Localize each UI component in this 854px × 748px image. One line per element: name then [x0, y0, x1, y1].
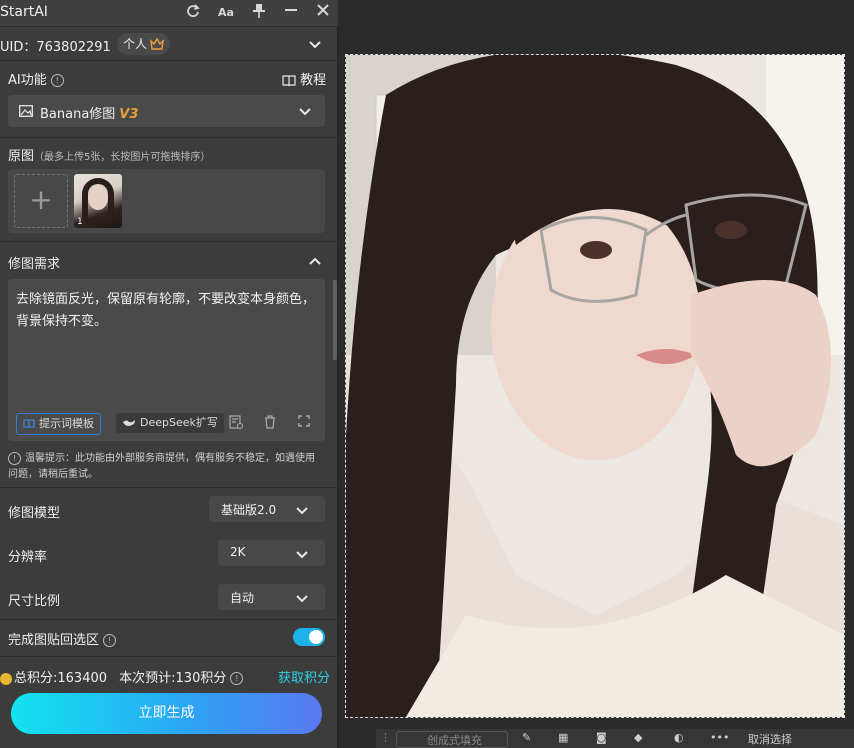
ratio-select[interactable]: 自动	[218, 584, 325, 610]
chevron-down-icon	[296, 595, 308, 603]
estimated-points: 本次预计:130积分	[119, 671, 227, 686]
divider	[0, 656, 338, 657]
fullscreen-icon[interactable]	[296, 415, 312, 431]
points-row: 总积分:163400 本次预计:130积分! 获取积分	[0, 667, 338, 686]
paste-back-label: 完成图贴回选区!	[8, 629, 117, 648]
info-icon[interactable]: !	[50, 74, 64, 87]
mask-icon[interactable]: ◙	[596, 731, 607, 744]
original-label: 原图（最多上传5张，长按图片可拖拽排序）	[8, 145, 210, 164]
close-icon[interactable]	[314, 4, 332, 22]
ai-function-name: Banana修图	[40, 107, 116, 122]
thumbnail-face-shape	[88, 186, 108, 210]
version-badge: V3	[119, 107, 139, 122]
more-icon[interactable]: •••	[710, 731, 729, 744]
requirement-text[interactable]: 去除镜面反光，保留原有轮廓，不要改变本身颜色，背景保持不变。	[16, 289, 316, 333]
original-hint: （最多上传5张，长按图片可拖拽排序）	[34, 152, 211, 163]
ai-function-text: AI功能	[8, 73, 47, 88]
crown-icon	[150, 38, 164, 50]
paste-back-text: 完成图贴回选区	[8, 633, 100, 648]
scrollbar[interactable]	[333, 280, 337, 360]
ratio-label: 尺寸比例	[8, 594, 61, 609]
info-icon: !	[8, 451, 21, 465]
image-icon	[19, 105, 33, 117]
divider	[0, 137, 338, 138]
divider	[0, 241, 338, 242]
divider	[0, 619, 338, 620]
ratio-value: 自动	[230, 591, 255, 605]
tip-text: ! 温馨提示：此功能由外部服务商提供，偶有服务不稳定，如遇使用问题，请稍后重试。	[8, 451, 320, 483]
generate-button[interactable]: 立即生成	[11, 693, 322, 734]
requirement-label: 修图需求	[8, 257, 61, 272]
ai-function-value: Banana修图 V3	[40, 103, 138, 122]
generative-fill-input[interactable]: 创成式填充	[396, 731, 508, 748]
resolution-label: 分辨率	[8, 550, 48, 565]
title-bar: StartAI Aa	[0, 0, 338, 27]
paste-back-toggle[interactable]	[293, 628, 325, 646]
ai-function-select[interactable]: Banana修图 V3	[8, 95, 325, 127]
model-value: 基础版2.0	[221, 503, 277, 517]
drag-handle-icon[interactable]: ⋮	[380, 731, 391, 744]
app-title: StartAI	[0, 4, 48, 20]
book-icon	[23, 419, 35, 429]
contrast-icon[interactable]: ◐	[674, 731, 684, 744]
total-points: 总积分:163400	[14, 671, 108, 686]
ai-function-label: AI功能!	[8, 69, 64, 88]
account-row: UID：763802291 个人	[0, 30, 338, 58]
prompt-template-label: 提示词模板	[39, 417, 94, 430]
requirement-textarea[interactable]: 去除镜面反光，保留原有轮廓，不要改变本身颜色，背景保持不变。 提示词模板 Dee…	[8, 279, 325, 441]
bottom-toolbar: ⋮ 创成式填充 ✎ ▦ ◙ ◆ ◐ ••• 取消选择	[376, 729, 854, 748]
font-size-icon[interactable]: Aa	[217, 4, 235, 22]
tip-content: 温馨提示：此功能由外部服务商提供，偶有服务不稳定，如遇使用问题，请稍后重试。	[8, 453, 315, 480]
upload-area: + 1	[8, 169, 325, 233]
pattern-icon[interactable]: ▦	[558, 731, 568, 744]
image-thumbnail[interactable]: 1	[74, 174, 122, 228]
plan-badge-label: 个人	[123, 37, 148, 51]
resolution-value: 2K	[230, 545, 246, 559]
add-image-button[interactable]: +	[14, 174, 68, 228]
book-icon	[282, 74, 296, 86]
deepseek-expand-button[interactable]: DeepSeek扩写	[116, 413, 224, 433]
tutorial-link[interactable]: 教程	[282, 69, 326, 88]
info-icon[interactable]: !	[230, 672, 244, 685]
chevron-up-icon[interactable]	[308, 254, 322, 268]
chevron-down-icon	[296, 551, 308, 559]
thumbnail-index: 1	[77, 217, 83, 227]
portrait-photo	[346, 55, 844, 717]
cancel-selection-button[interactable]: 取消选择	[748, 731, 792, 747]
info-icon[interactable]: !	[103, 634, 117, 647]
tutorial-text: 教程	[300, 73, 327, 88]
chevron-down-icon	[299, 108, 311, 116]
toggle-knob	[309, 630, 323, 644]
deepseek-icon	[123, 420, 135, 426]
generative-fill-label: 创成式填充	[427, 734, 482, 747]
brush-icon[interactable]: ✎	[522, 731, 531, 744]
prompt-template-button[interactable]: 提示词模板	[16, 413, 101, 435]
canvas-image[interactable]	[345, 54, 845, 718]
chevron-down-icon	[296, 507, 308, 515]
minimize-icon[interactable]	[282, 4, 300, 22]
startai-panel: StartAI Aa UID：763802291 个人 AI功能! 教程 Ban…	[0, 0, 338, 748]
uid-text: UID：763802291	[0, 40, 111, 55]
model-select[interactable]: 基础版2.0	[209, 496, 325, 522]
history-icon[interactable]	[228, 415, 244, 431]
original-text: 原图	[8, 149, 35, 164]
divider	[0, 487, 338, 488]
pin-icon[interactable]	[250, 4, 268, 22]
get-points-link[interactable]: 获取积分	[278, 667, 330, 686]
bucket-icon[interactable]: ◆	[634, 731, 642, 744]
resolution-select[interactable]: 2K	[218, 540, 325, 566]
trash-icon[interactable]	[262, 415, 278, 431]
plan-badge: 个人	[117, 33, 171, 55]
deepseek-expand-label: DeepSeek扩写	[140, 416, 218, 429]
chevron-down-icon[interactable]	[308, 37, 322, 51]
refresh-icon[interactable]	[184, 4, 202, 22]
coin-icon	[0, 672, 12, 685]
model-label: 修图模型	[8, 506, 61, 521]
divider	[0, 60, 338, 61]
